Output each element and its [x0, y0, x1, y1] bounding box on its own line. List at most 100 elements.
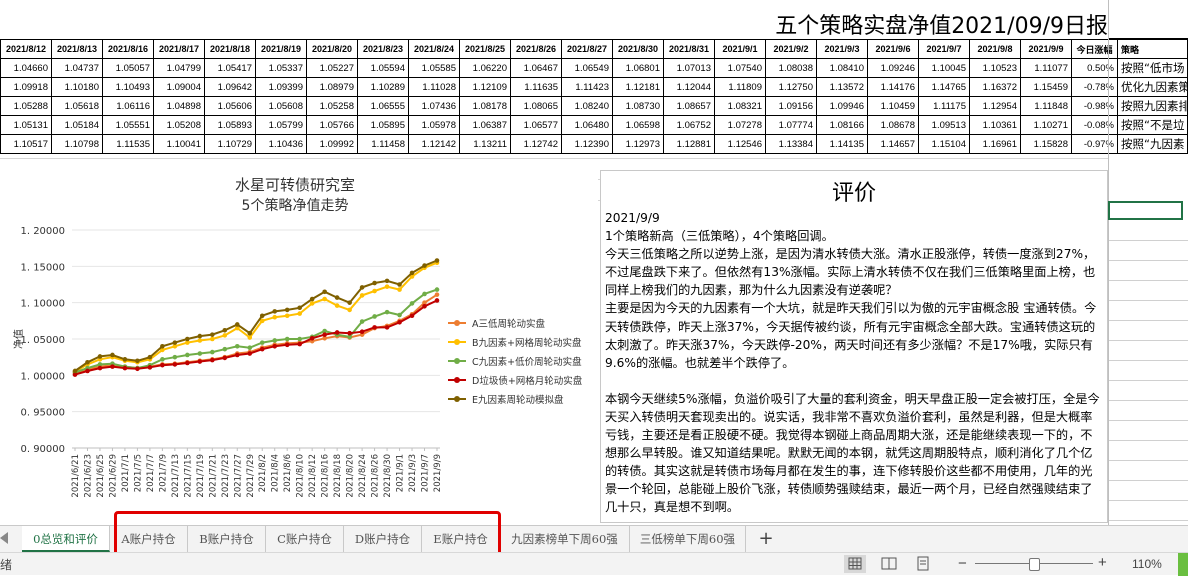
table-header-cell[interactable]: 2021/8/23: [357, 39, 409, 59]
table-header-cell[interactable]: 2021/8/16: [102, 39, 154, 59]
nav-cell[interactable]: 1.05893: [204, 115, 256, 135]
nav-cell[interactable]: 1.08178: [459, 96, 511, 116]
nav-cell[interactable]: 1.15104: [918, 134, 970, 154]
selected-cell[interactable]: [1108, 201, 1183, 220]
nav-cell[interactable]: 1.08065: [510, 96, 562, 116]
table-header-cell[interactable]: 2021/8/18: [204, 39, 256, 59]
nav-cell[interactable]: 1.05337: [255, 58, 307, 78]
table-header-cell[interactable]: 2021/8/31: [663, 39, 715, 59]
nav-cell[interactable]: 1.12973: [612, 134, 664, 154]
nav-cell[interactable]: 1.10180: [51, 77, 103, 97]
nav-cell[interactable]: 1.12044: [663, 77, 715, 97]
nav-cell[interactable]: 1.14765: [918, 77, 970, 97]
zoom-out-button[interactable]: −: [958, 555, 967, 572]
nav-cell[interactable]: 1.08979: [306, 77, 358, 97]
nav-cell[interactable]: 1.09399: [255, 77, 307, 97]
nav-cell[interactable]: 1.10798: [51, 134, 103, 154]
nav-cell[interactable]: 1.11809: [714, 77, 766, 97]
nav-cell[interactable]: 1.16372: [969, 77, 1021, 97]
table-header-cell[interactable]: 2021/8/30: [612, 39, 664, 59]
nav-cell[interactable]: 1.05608: [255, 96, 307, 116]
spreadsheet-grid[interactable]: 五个策略实盘净值2021/09/9日报 2021/8/12 2021/8/13 20…: [0, 0, 1188, 525]
nav-cell[interactable]: 1.10271: [1020, 115, 1072, 135]
zoom-slider-thumb[interactable]: [1029, 558, 1040, 571]
table-header-cell[interactable]: 2021/8/27: [561, 39, 613, 59]
nav-cell[interactable]: 1.08166: [816, 115, 868, 135]
table-header-cell[interactable]: 2021/9/9: [1020, 39, 1072, 59]
zoom-slider[interactable]: [975, 558, 1093, 571]
page-break-preview-icon[interactable]: [912, 555, 934, 573]
comment-box[interactable]: 评价 2021/9/9 1个策略新高（三低策略），4个策略回调。 今天三低策略之…: [600, 170, 1108, 523]
nav-cell[interactable]: 1.05618: [51, 96, 103, 116]
scroll-left-icon[interactable]: [0, 532, 8, 544]
nav-cell[interactable]: 1.07436: [408, 96, 460, 116]
nav-chart[interactable]: 水星可转债研究室 5个策略净值走势 1. 20000 1. 15000 1. 10000…: [0, 170, 598, 520]
right-column[interactable]: [1108, 0, 1188, 525]
nav-cell[interactable]: 1.05057: [102, 58, 154, 78]
nav-cell[interactable]: 1.14176: [867, 77, 919, 97]
table-header-cell[interactable]: 2021/8/26: [510, 39, 562, 59]
nav-cell[interactable]: 1.12750: [765, 77, 817, 97]
nav-cell[interactable]: 1.12181: [612, 77, 664, 97]
nav-cell[interactable]: 1.11077: [1020, 58, 1072, 78]
tab-nine-factor-top60[interactable]: 九因素榜单下周60强: [500, 526, 630, 552]
nav-cell[interactable]: 1.05551: [102, 115, 154, 135]
nav-cell[interactable]: 1.08410: [816, 58, 868, 78]
nav-cell[interactable]: 1.13211: [459, 134, 511, 154]
nav-cell[interactable]: 1.07278: [714, 115, 766, 135]
tab-overview[interactable]: 0总览和评价: [22, 526, 110, 552]
nav-cell[interactable]: 1.15459: [1020, 77, 1072, 97]
nav-cell[interactable]: 1.06220: [459, 58, 511, 78]
nav-cell[interactable]: 1.10493: [102, 77, 154, 97]
nav-cell[interactable]: 1.05208: [153, 115, 205, 135]
table-header-cell[interactable]: 2021/9/6: [867, 39, 919, 59]
nav-cell[interactable]: 1.15828: [1020, 134, 1072, 154]
nav-cell[interactable]: 1.04737: [51, 58, 103, 78]
nav-cell[interactable]: 1.10041: [153, 134, 205, 154]
nav-cell[interactable]: 1.05131: [0, 115, 52, 135]
table-header-cell[interactable]: 2021/8/19: [255, 39, 307, 59]
nav-cell[interactable]: 1.13572: [816, 77, 868, 97]
nav-cell[interactable]: 1.07774: [765, 115, 817, 135]
nav-cell[interactable]: 1.06549: [561, 58, 613, 78]
nav-cell[interactable]: 1.06387: [459, 115, 511, 135]
page-layout-icon[interactable]: [878, 555, 900, 573]
table-header-cell[interactable]: 2021/8/25: [459, 39, 511, 59]
nav-cell[interactable]: 1.06467: [510, 58, 562, 78]
nav-cell[interactable]: 1.06116: [102, 96, 154, 116]
nav-cell[interactable]: 1.05585: [408, 58, 460, 78]
nav-cell[interactable]: 1.13384: [765, 134, 817, 154]
add-sheet-button[interactable]: +: [752, 526, 780, 552]
nav-cell[interactable]: 1.09004: [153, 77, 205, 97]
nav-cell[interactable]: 1.05799: [255, 115, 307, 135]
nav-cell[interactable]: 1.09156: [765, 96, 817, 116]
nav-cell[interactable]: 1.12142: [408, 134, 460, 154]
nav-cell[interactable]: 1.11635: [510, 77, 562, 97]
nav-cell[interactable]: 1.11535: [102, 134, 154, 154]
nav-cell[interactable]: 1.05766: [306, 115, 358, 135]
nav-cell[interactable]: 1.10729: [204, 134, 256, 154]
nav-cell[interactable]: 1.11423: [561, 77, 613, 97]
zoom-in-button[interactable]: +: [1098, 554, 1107, 571]
nav-cell[interactable]: 1.06480: [561, 115, 613, 135]
nav-cell[interactable]: 1.12546: [714, 134, 766, 154]
nav-cell[interactable]: 1.11028: [408, 77, 460, 97]
table-header-cell[interactable]: 2021/8/12: [0, 39, 52, 59]
nav-cell[interactable]: 1.06752: [663, 115, 715, 135]
table-header-cell[interactable]: 2021/9/7: [918, 39, 970, 59]
nav-cell[interactable]: 1.08240: [561, 96, 613, 116]
nav-cell[interactable]: 1.10436: [255, 134, 307, 154]
nav-cell[interactable]: 1.06598: [612, 115, 664, 135]
nav-cell[interactable]: 1.04898: [153, 96, 205, 116]
nav-cell[interactable]: 1.05288: [0, 96, 52, 116]
table-header-cell[interactable]: 2021/9/8: [969, 39, 1021, 59]
nav-cell[interactable]: 1.16961: [969, 134, 1021, 154]
nav-cell[interactable]: 1.11175: [918, 96, 970, 116]
nav-cell[interactable]: 1.10517: [0, 134, 52, 154]
table-header-cell[interactable]: 2021/8/20: [306, 39, 358, 59]
table-header-cell[interactable]: 2021/8/13: [51, 39, 103, 59]
nav-cell[interactable]: 1.04660: [0, 58, 52, 78]
nav-cell[interactable]: 1.09513: [918, 115, 970, 135]
nav-cell[interactable]: 1.05258: [306, 96, 358, 116]
table-header-cell[interactable]: 2021/9/3: [816, 39, 868, 59]
